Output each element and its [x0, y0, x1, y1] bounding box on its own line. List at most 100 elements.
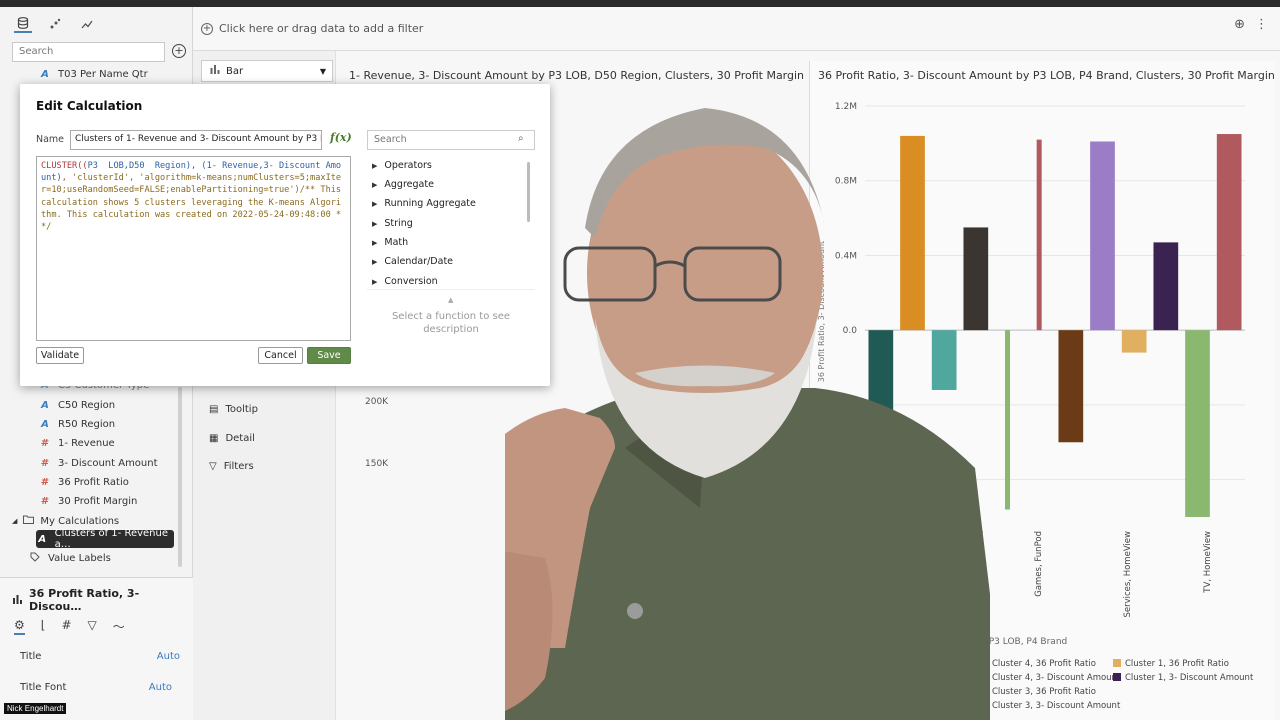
data-search-input[interactable]: Search [12, 42, 165, 62]
panel-tabs [0, 7, 192, 41]
property-label: Title Font [20, 682, 67, 693]
function-icon[interactable]: f(x) [330, 131, 352, 144]
window-top-strip [0, 0, 1280, 7]
grammar-tooltip[interactable]: ▤ Tooltip [209, 404, 258, 415]
function-category-conversion[interactable]: ▶ Conversion [372, 276, 438, 287]
function-category-calendar-date[interactable]: ▶ Calendar/Date [372, 256, 453, 267]
filter-prompt[interactable]: Click here or drag data to add a filter [219, 22, 423, 35]
function-search-input[interactable]: Search [367, 130, 535, 150]
expand-triangle-icon: ▶ [372, 180, 378, 189]
number-format-icon[interactable]: # [61, 618, 71, 635]
function-category-running-aggregate[interactable]: ▶ Running Aggregate [372, 198, 476, 209]
category-label: Aggregate [384, 179, 434, 190]
expand-triangle-icon: ▶ [372, 219, 378, 228]
panel-scrollbar[interactable] [178, 387, 182, 567]
tree-item[interactable]: A T03 Per Name Qtr [38, 65, 218, 83]
expression-arguments: , 'clusterId', 'algorithm=k-means;numClu… [41, 173, 347, 233]
category-label: String [384, 218, 413, 229]
tree-item-label: 3- Discount Amount [58, 457, 158, 469]
data-tab-icon[interactable] [14, 15, 32, 33]
properties-title-text: 36 Profit Ratio, 3- Discou… [29, 587, 140, 613]
canvas-toolbar: ⊕ ⋮ [1234, 17, 1268, 32]
measure-icon: # [40, 437, 50, 449]
properties-title: 36 Profit Ratio, 3- Discou… [12, 587, 193, 613]
property-label: Title [20, 651, 42, 662]
visualizations-tab-icon[interactable] [46, 15, 64, 33]
legend-swatch [1113, 659, 1121, 667]
presenter-image [505, 108, 990, 720]
analytics-tab-icon[interactable] [78, 15, 96, 33]
tree-item-selected-calculation[interactable]: A Clusters of 1- Revenue a… [36, 528, 174, 550]
property-value[interactable]: Auto [157, 651, 180, 662]
property-value[interactable]: Auto [149, 682, 172, 693]
detail-icon: ▦ [209, 433, 219, 444]
tree-item[interactable]: # 36 Profit Ratio [38, 473, 218, 491]
viz-type-label: Bar [226, 65, 244, 77]
search-icon: ⌕ [518, 133, 524, 144]
filter-icon: ▽ [209, 461, 217, 472]
tree-item-label: 30 Profit Margin [58, 495, 138, 507]
bar [1058, 330, 1084, 443]
filter-bar[interactable]: + Click here or drag data to add a filte… [193, 7, 1280, 51]
bar-chart-icon [12, 594, 23, 607]
tree-item[interactable]: A R50 Region [38, 415, 218, 433]
legend-label: Cluster 1, 3- Discount Amount [1125, 673, 1254, 683]
bar [1036, 139, 1042, 331]
attribute-icon: A [41, 399, 49, 411]
calculation-expression-editor[interactable]: CLUSTER((P3 LOB,D50 Region), (1- Revenue… [36, 156, 351, 341]
tooltip-icon: ▤ [209, 404, 219, 415]
property-row-title-font[interactable]: Title Font Auto [20, 682, 180, 693]
grammar-filters[interactable]: ▽ Filters [209, 461, 254, 472]
expand-triangle-icon: ▶ [372, 257, 378, 266]
expand-triangle-icon: ▶ [372, 277, 378, 286]
attribute-icon: A [38, 533, 47, 545]
bar [1216, 134, 1242, 331]
legend-label: Cluster 1, 36 Profit Ratio [1125, 659, 1229, 669]
expand-triangle-icon: ▶ [372, 199, 378, 208]
viz1-tick-label: 150K [365, 459, 389, 469]
cancel-button[interactable]: Cancel [258, 347, 303, 364]
tree-item-label: My Calculations [40, 515, 120, 527]
measure-icon: # [40, 476, 50, 488]
function-category-string[interactable]: ▶ String [372, 218, 413, 229]
save-button[interactable]: Save [307, 347, 351, 364]
function-category-operators[interactable]: ▶ Operators [372, 160, 432, 171]
edit-calculation-dialog: Edit Calculation Name Clusters of 1- Rev… [20, 84, 550, 386]
function-category-math[interactable]: ▶ Math [372, 237, 408, 248]
axis-icon[interactable]: ⌊ [41, 618, 46, 635]
grammar-detail[interactable]: ▦ Detail [209, 433, 255, 444]
presenter-name-tag: Nick Engelhardt [4, 703, 67, 714]
validate-button[interactable]: Validate [36, 347, 84, 364]
function-list-scrollbar[interactable] [527, 162, 530, 222]
grammar-label: Tooltip [225, 404, 258, 415]
bar [1153, 242, 1179, 331]
viz1-title[interactable]: 1- Revenue, 3- Discount Amount by P3 LOB… [349, 69, 804, 82]
tree-item-label: T03 Per Name Qtr [58, 68, 148, 80]
bar [1185, 330, 1210, 517]
globe-icon[interactable]: ⊕ [1234, 17, 1245, 32]
more-icon[interactable]: ⋮ [1255, 17, 1268, 32]
tree-item-label: Clusters of 1- Revenue a… [54, 528, 168, 550]
splitter-arrow-icon[interactable]: ▲ [448, 296, 453, 304]
tree-item-label: R50 Region [58, 418, 116, 430]
tree-item[interactable]: # 30 Profit Margin [38, 492, 218, 510]
expand-triangle-icon[interactable]: ◢ [12, 517, 17, 525]
properties-pane: 36 Profit Ratio, 3- Discou… ⚙ ⌊ # ▽ 〜 Ti… [0, 577, 193, 720]
tree-item[interactable]: # 1- Revenue [38, 434, 218, 452]
category-label: Math [384, 237, 409, 248]
tree-item-label: C50 Region [58, 399, 116, 411]
calculation-name-input[interactable]: Clusters of 1- Revenue and 3- Discount A… [70, 130, 322, 150]
tree-item[interactable]: A C50 Region [38, 396, 218, 414]
analytics-icon[interactable]: 〜 [113, 618, 125, 635]
viz1-tick-label: 200K [365, 397, 389, 407]
filter-icon[interactable]: ▽ [88, 618, 97, 635]
general-settings-icon[interactable]: ⚙ [14, 618, 25, 635]
add-data-icon[interactable]: + [172, 44, 186, 58]
expression-function: CLUSTER(( [41, 161, 88, 171]
add-filter-icon[interactable]: + [201, 22, 213, 35]
viz-type-select[interactable]: Bar ▼ [201, 60, 333, 82]
tree-item-label: 36 Profit Ratio [58, 476, 129, 488]
property-row-title[interactable]: Title Auto [20, 651, 180, 662]
tree-item[interactable]: # 3- Discount Amount [38, 454, 218, 472]
function-category-aggregate[interactable]: ▶ Aggregate [372, 179, 434, 190]
